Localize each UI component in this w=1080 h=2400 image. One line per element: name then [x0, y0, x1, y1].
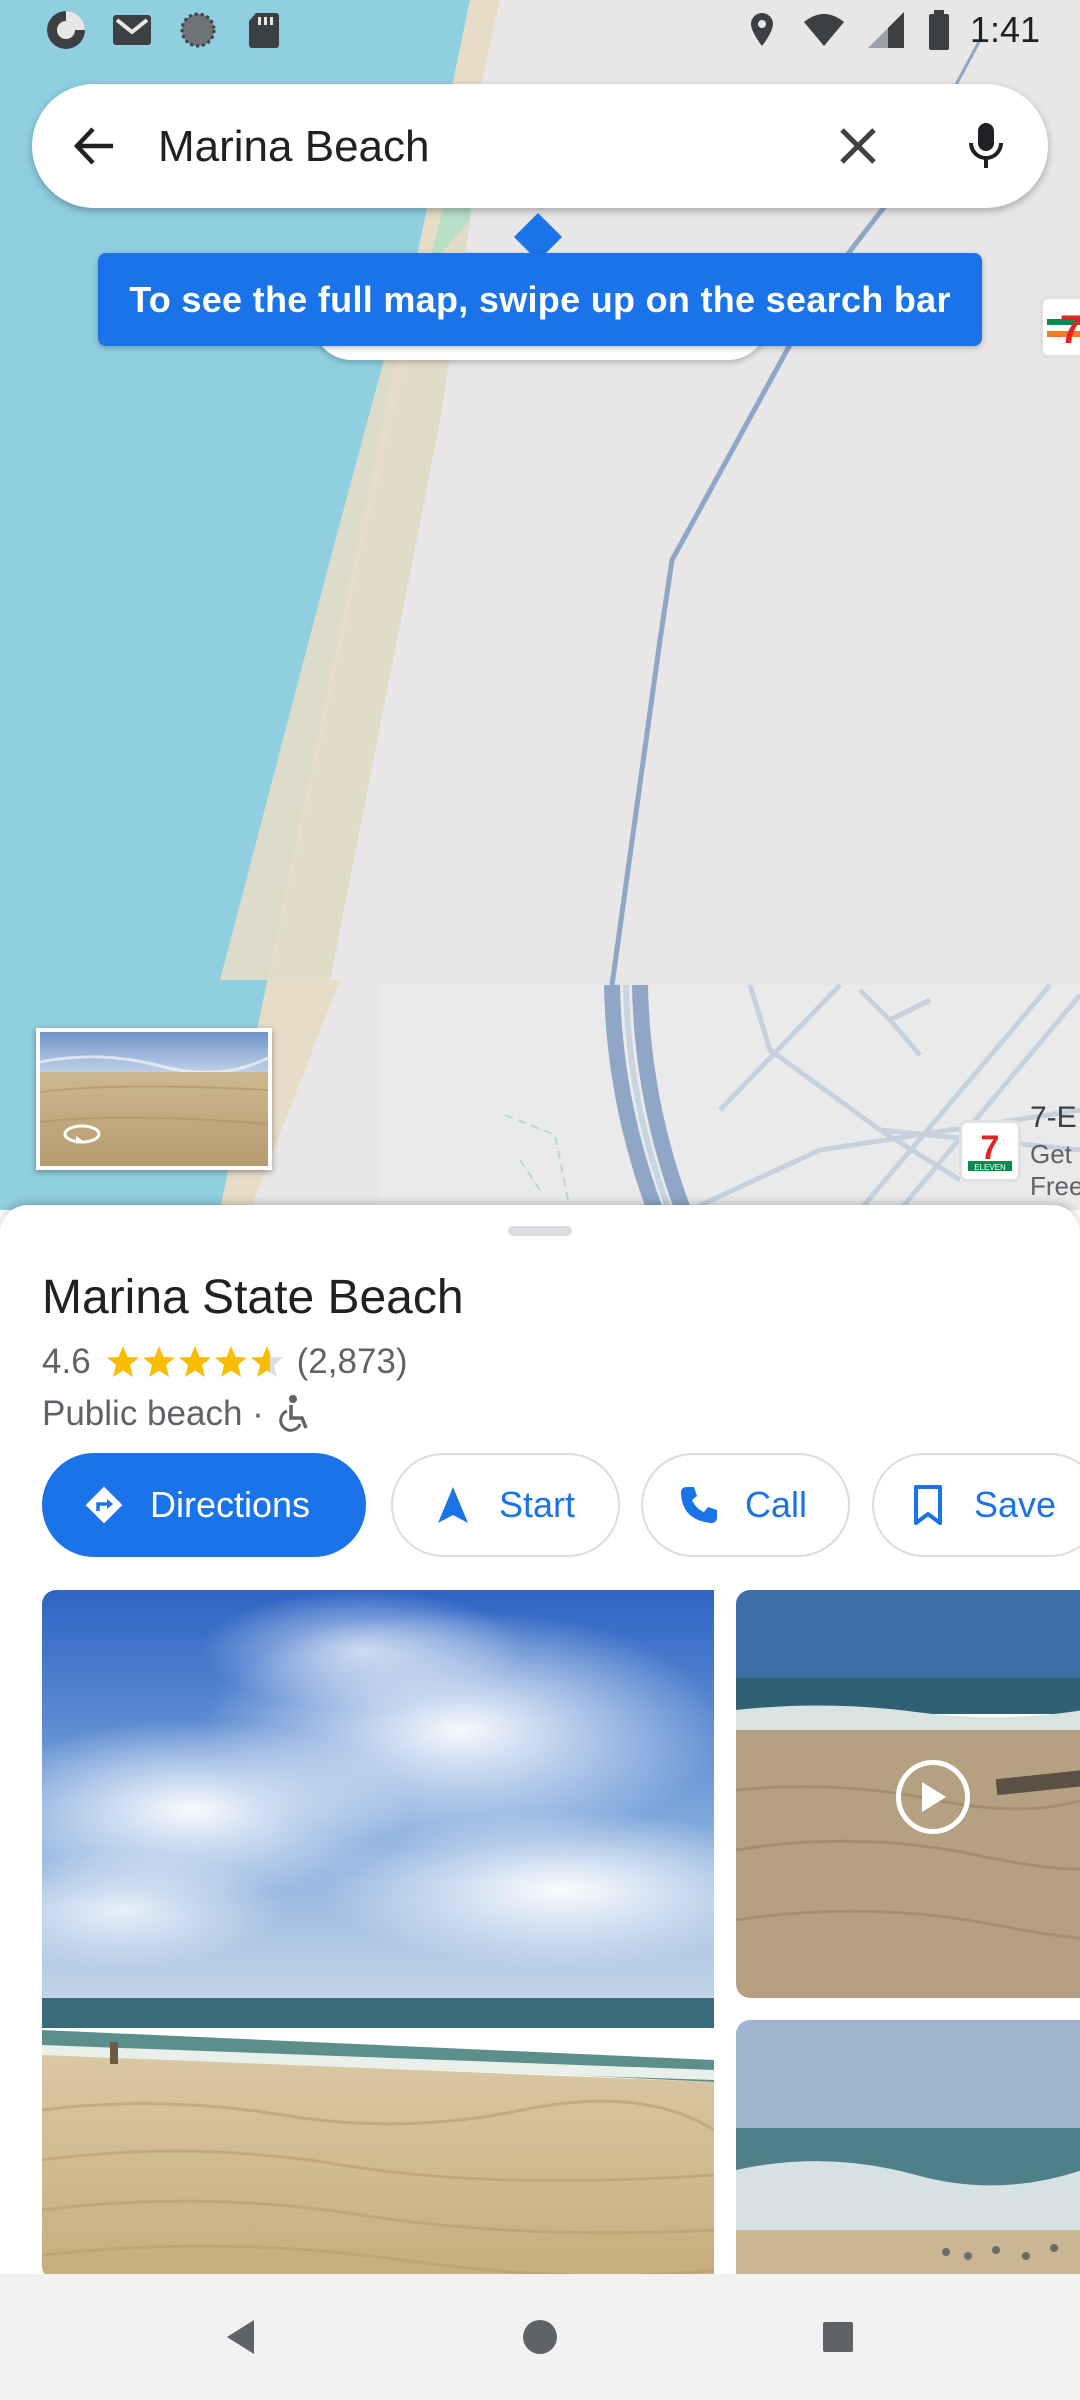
nav-back-icon[interactable] — [214, 2310, 268, 2364]
signal-icon — [864, 8, 908, 52]
directions-icon — [80, 1481, 128, 1529]
poi-sub-1: Get — [1030, 1139, 1072, 1169]
7-eleven-pin[interactable]: 7 ELEVEN — [959, 1120, 1021, 1182]
street-view-thumbnail[interactable] — [36, 1028, 272, 1170]
save-button[interactable]: Save — [872, 1453, 1080, 1557]
star-icon — [106, 1346, 139, 1377]
action-chips: Directions Start Call Save — [42, 1453, 1080, 1557]
directions-label: Directions — [150, 1484, 311, 1525]
nav-recents-icon[interactable] — [811, 2310, 865, 2364]
phone-icon — [675, 1481, 723, 1529]
battery-icon — [926, 8, 952, 52]
start-label: Start — [499, 1484, 576, 1525]
search-bar[interactable]: Marina Beach — [32, 84, 1048, 208]
bookmark-icon — [904, 1481, 952, 1529]
nav-home-icon[interactable] — [513, 2310, 567, 2364]
call-label: Call — [745, 1484, 808, 1525]
svg-text:7: 7 — [1060, 308, 1080, 352]
star-icon — [214, 1346, 247, 1377]
rating-row[interactable]: 4.6 (2,873) — [42, 1340, 408, 1384]
svg-text:ELEVEN: ELEVEN — [974, 1163, 1006, 1172]
app-notification-icon — [44, 8, 88, 52]
sd-card-icon — [242, 8, 286, 52]
category-row: Public beach · — [42, 1390, 312, 1438]
star-icon — [178, 1346, 211, 1377]
location-icon — [740, 8, 784, 52]
status-time: 1:41 — [969, 9, 1040, 50]
wifi-icon — [802, 8, 846, 52]
7-eleven-icon[interactable]: 7 — [1040, 296, 1080, 358]
gmail-icon — [110, 8, 154, 52]
map-view[interactable]: 1:41 Marina Beach To see the full map, s… — [0, 0, 1080, 1210]
place-sheet[interactable]: Marina State Beach 4.6 (2,873) Public be… — [0, 1205, 1080, 2275]
status-bar: 1:41 — [0, 0, 1080, 62]
rating-stars — [105, 1344, 287, 1380]
play-icon[interactable] — [896, 1760, 970, 1834]
360-view-icon — [62, 1122, 102, 1151]
place-title: Marina State Beach — [42, 1271, 464, 1324]
arrow-back-icon[interactable] — [58, 110, 130, 182]
settings-notification-icon — [176, 8, 220, 52]
poi-label[interactable]: 7-E — [1030, 1100, 1077, 1136]
close-icon[interactable] — [822, 110, 894, 182]
start-button[interactable]: Start — [391, 1453, 620, 1557]
rating-value: 4.6 — [42, 1342, 91, 1381]
star-icon — [142, 1346, 175, 1377]
place-category: Public beach · — [42, 1394, 264, 1433]
system-nav-bar — [0, 2274, 1080, 2400]
review-count[interactable]: (2,873) — [297, 1342, 408, 1382]
call-button[interactable]: Call — [641, 1453, 850, 1557]
swipe-tooltip[interactable]: To see the full map, swipe up on the sea… — [98, 253, 982, 346]
photo-gallery[interactable] — [42, 1590, 1080, 2275]
navigation-arrow-icon — [429, 1481, 477, 1529]
wheelchair-icon — [276, 1394, 312, 1434]
poi-sub-2: Free — [1030, 1171, 1080, 1201]
star-half-icon — [250, 1346, 283, 1377]
photo-main[interactable] — [42, 1590, 714, 2275]
directions-button[interactable]: Directions — [42, 1453, 366, 1557]
photo-video[interactable] — [736, 1590, 1080, 1998]
sheet-drag-handle[interactable] — [508, 1226, 572, 1236]
photo-thumbnail[interactable] — [736, 2020, 1080, 2275]
mic-icon[interactable] — [950, 110, 1022, 182]
save-label: Save — [974, 1484, 1057, 1525]
search-input[interactable]: Marina Beach — [158, 122, 429, 172]
